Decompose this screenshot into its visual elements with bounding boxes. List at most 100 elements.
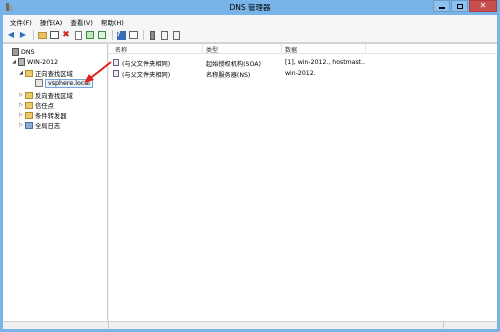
tree-item-label: 信任点 <box>35 102 54 110</box>
refresh-icon <box>86 31 94 39</box>
record-button[interactable] <box>159 30 169 40</box>
list-view-icon <box>128 31 138 39</box>
show-hide-tree-button[interactable] <box>49 30 59 40</box>
list-header: 名称 类型 数据 <box>109 44 497 54</box>
export-icon <box>98 31 106 39</box>
tree-item-forward-zones[interactable]: ◢ 正向查找区域 <box>18 68 73 78</box>
collapse-arrow-icon[interactable]: ◢ <box>11 58 17 66</box>
zone-icon <box>35 79 43 87</box>
tree-item-trust-points[interactable]: ▷ 信任点 <box>18 100 54 110</box>
cell-data: [1], win-2012., hostmast... <box>285 59 365 66</box>
delete-button[interactable]: ✖ <box>61 30 71 40</box>
tree-item-label: vsphere.local <box>45 78 93 88</box>
up-folder-icon <box>37 31 47 39</box>
expand-arrow-icon[interactable]: ▷ <box>18 91 24 99</box>
table-row[interactable]: (与父文件夹相同) 名称服务器(NS) win-2012. <box>109 68 497 79</box>
server-button[interactable] <box>147 30 157 40</box>
toolbar-separator <box>33 30 34 40</box>
minimize-icon <box>438 7 445 9</box>
toolbar-separator <box>143 30 144 40</box>
list-view-button[interactable] <box>128 30 138 40</box>
column-header-type[interactable]: 类型 <box>206 45 218 54</box>
forward-button[interactable]: ▶ <box>18 30 28 40</box>
properties-button[interactable] <box>73 30 83 40</box>
folder-icon <box>25 111 33 119</box>
column-divider[interactable] <box>365 44 366 54</box>
properties-icon <box>74 30 82 40</box>
table-row[interactable]: (与父文件夹相同) 起始授权机构(SOA) [1], win-2012., ho… <box>109 57 497 68</box>
console-tree: DNS ◢ WIN-2012 ◢ 正向查找区域 vsphere.local ▷ … <box>3 43 108 329</box>
folder-icon <box>25 69 33 77</box>
tree-item-conditional-forwarders[interactable]: ▷ 条件转发器 <box>18 110 66 120</box>
cell-type: 起始授权机构(SOA) <box>206 61 261 68</box>
title-bar[interactable]: DNS 管理器 ✕ <box>0 0 500 15</box>
tree-item-label: DNS <box>21 48 35 56</box>
menu-bar: 文件(F) 操作(A) 查看(V) 帮助(H) <box>3 15 497 28</box>
menu-help[interactable]: 帮助(H) <box>97 17 128 27</box>
refresh-button[interactable] <box>85 30 95 40</box>
collapse-arrow-icon[interactable]: ◢ <box>18 69 24 77</box>
server-icon <box>18 58 25 66</box>
maximize-icon <box>456 3 463 9</box>
results-pane: 名称 类型 数据 (与父文件夹相同) 起始授权机构(SOA) [1], win-… <box>109 43 497 329</box>
cell-data: win-2012. <box>285 70 316 77</box>
status-divider <box>108 322 109 330</box>
back-arrow-icon: ◀ <box>7 30 15 39</box>
help-icon: ? <box>116 30 126 40</box>
status-bar <box>3 321 497 330</box>
dns-icon <box>12 48 19 56</box>
cell-name: (与父文件夹相同) <box>122 72 171 79</box>
expand-arrow-icon[interactable]: ▷ <box>18 121 24 129</box>
export-button[interactable] <box>97 30 107 40</box>
tree-item-zone-vsphere[interactable]: vsphere.local <box>28 78 93 88</box>
client-area: 文件(F) 操作(A) 查看(V) 帮助(H) ◀ ▶ ✖ ? DNS ◢ WI… <box>3 15 497 330</box>
back-button[interactable]: ◀ <box>6 30 16 40</box>
expand-arrow-icon[interactable]: ▷ <box>18 101 24 109</box>
column-divider[interactable] <box>202 44 203 54</box>
forward-arrow-icon: ▶ <box>19 30 27 39</box>
close-button[interactable]: ✕ <box>469 0 497 12</box>
tree-item-label: 全局日志 <box>35 122 61 130</box>
column-header-name[interactable]: 名称 <box>115 45 127 54</box>
record-icon <box>172 30 180 40</box>
status-divider <box>443 322 444 330</box>
minimize-button[interactable] <box>433 0 450 12</box>
record-icon <box>113 70 119 77</box>
column-divider[interactable] <box>281 44 282 54</box>
show-tree-icon <box>49 31 59 39</box>
server-icon <box>149 30 155 40</box>
maximize-button[interactable] <box>451 0 468 12</box>
tree-item-server[interactable]: ◢ WIN-2012 <box>11 57 58 67</box>
toolbar-separator <box>112 30 113 40</box>
tree-item-dns[interactable]: DNS <box>5 47 35 57</box>
toolbar: ◀ ▶ ✖ ? <box>3 28 497 43</box>
column-header-data[interactable]: 数据 <box>285 45 297 54</box>
tree-item-global-logs[interactable]: ▷ 全局日志 <box>18 120 60 130</box>
menu-view[interactable]: 查看(V) <box>66 17 97 27</box>
dns-manager-window: DNS 管理器 ✕ 文件(F) 操作(A) 查看(V) 帮助(H) ◀ ▶ ✖ … <box>0 0 500 332</box>
delete-icon: ✖ <box>62 29 70 40</box>
log-icon <box>25 121 33 129</box>
menu-action[interactable]: 操作(A) <box>36 17 67 27</box>
record2-button[interactable] <box>171 30 181 40</box>
up-one-level-button[interactable] <box>37 30 47 40</box>
folder-icon <box>25 101 33 109</box>
tree-item-label: 正向查找区域 <box>35 70 73 78</box>
window-controls: ✕ <box>432 0 497 14</box>
tree-item-label: WIN-2012 <box>27 58 59 66</box>
menu-file[interactable]: 文件(F) <box>6 17 36 27</box>
tree-item-label: 条件转发器 <box>35 112 67 120</box>
folder-icon <box>25 91 33 99</box>
expand-arrow-icon[interactable]: ▷ <box>18 111 24 119</box>
window-title: DNS 管理器 <box>229 3 271 12</box>
tree-item-label: 反向查找区域 <box>35 92 73 100</box>
cell-type: 名称服务器(NS) <box>206 72 251 79</box>
record-icon <box>113 59 119 66</box>
tree-item-reverse-zones[interactable]: ▷ 反向查找区域 <box>18 90 73 100</box>
close-icon: ✕ <box>479 1 487 10</box>
cell-name: (与父文件夹相同) <box>122 61 171 68</box>
record-icon <box>160 30 168 40</box>
help-button[interactable]: ? <box>116 30 126 40</box>
